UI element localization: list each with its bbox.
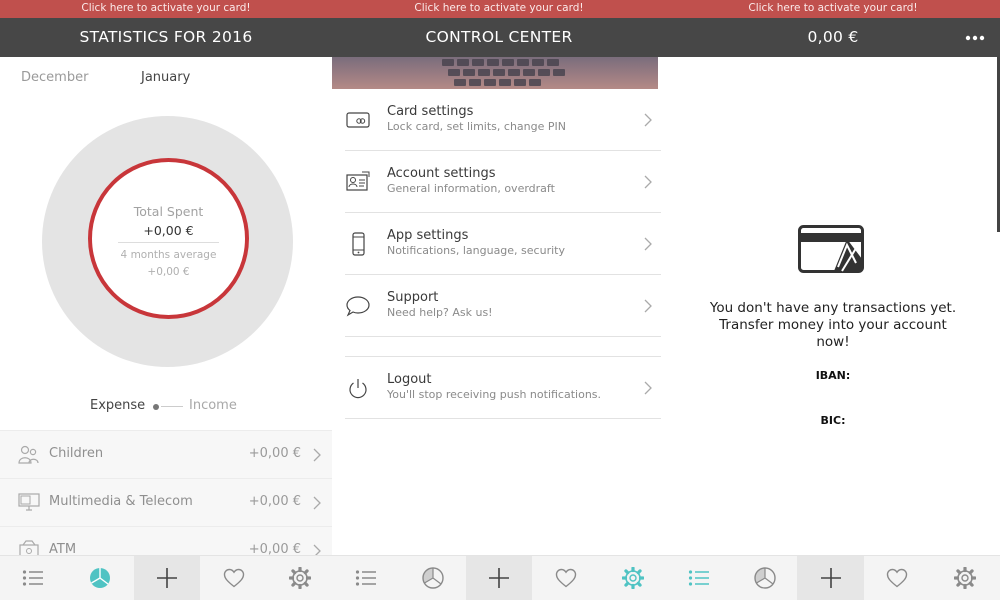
page-title: CONTROL CENTER [332, 18, 666, 57]
menu-separator [345, 337, 661, 357]
tab-pie-chart[interactable] [400, 556, 466, 600]
tab-gear[interactable] [268, 556, 332, 600]
tab-heart[interactable] [200, 556, 268, 600]
category-row-children[interactable]: Children +0,00 € [0, 430, 332, 478]
menu-item-account-settings[interactable]: Account settings General information, ov… [345, 151, 661, 213]
donut-center: Total Spent +0,00 € 4 months average +0,… [88, 158, 249, 319]
chevron-right-icon [313, 496, 321, 510]
month-current[interactable]: January [141, 70, 190, 85]
menu-item-title: Account settings [387, 166, 496, 181]
page-title: STATISTICS FOR 2016 [0, 18, 332, 57]
month-previous[interactable]: December [21, 70, 88, 85]
category-amount: +0,00 € [248, 446, 301, 461]
activate-card-banner[interactable]: Click here to activate your card! [666, 0, 1000, 18]
empty-transactions-message: You don't have any transactions yet. Tra… [686, 300, 980, 351]
expense-option[interactable]: Expense [90, 398, 145, 413]
average-value: +0,00 € [147, 266, 190, 278]
chevron-right-icon [644, 175, 652, 189]
tab-gear[interactable] [930, 556, 1000, 600]
chevron-right-icon [644, 237, 652, 251]
tab-gear[interactable] [600, 556, 666, 600]
broken-card-icon [798, 225, 864, 273]
toggle-track[interactable] [161, 406, 183, 407]
tab-pie-chart[interactable] [732, 556, 797, 600]
empty-message-line: now! [816, 334, 850, 350]
menu-item-subtitle: Lock card, set limits, change PIN [387, 120, 566, 133]
control-center-screen: Click here to activate your card! CONTRO… [332, 0, 666, 600]
id-card-icon [346, 171, 370, 191]
monitor-icon [18, 493, 40, 511]
chevron-right-icon [644, 299, 652, 313]
menu-item-title: Logout [387, 372, 432, 387]
tab-list[interactable] [0, 556, 66, 600]
statistics-screen: Click here to activate your card! STATIS… [0, 0, 332, 600]
month-selector: December January [0, 57, 332, 97]
tab-list[interactable] [666, 556, 732, 600]
hero-image [332, 57, 658, 89]
menu-item-subtitle: You'll stop receiving push notifications… [387, 388, 602, 401]
account-balance: 0,00 € [807, 28, 859, 46]
empty-message-line: You don't have any transactions yet. [709, 300, 957, 316]
bic-label: BIC: [820, 414, 846, 427]
tab-plus[interactable] [466, 556, 532, 600]
divider [118, 242, 219, 243]
average-label: 4 months average [120, 249, 217, 261]
chevron-right-icon [313, 448, 321, 462]
laptop-keyboard-image [442, 59, 565, 86]
menu-item-title: App settings [387, 228, 469, 243]
menu-item-title: Support [387, 290, 439, 305]
menu-item-subtitle: Need help? Ask us! [387, 306, 493, 319]
category-name: Children [49, 446, 104, 461]
transactions-screen: Click here to activate your card! 0,00 €… [666, 0, 1000, 600]
activate-card-banner[interactable]: Click here to activate your card! [0, 0, 332, 18]
menu-item-logout[interactable]: Logout You'll stop receiving push notifi… [345, 357, 661, 419]
menu-item-app-settings[interactable]: App settings Notifications, language, se… [345, 213, 661, 275]
income-option[interactable]: Income [189, 398, 237, 413]
control-center-menu: Card settings Lock card, set limits, cha… [345, 89, 661, 419]
card-icon [346, 112, 370, 128]
children-icon [18, 445, 39, 464]
chevron-right-icon [644, 381, 652, 395]
menu-item-card-settings[interactable]: Card settings Lock card, set limits, cha… [345, 89, 661, 151]
tab-plus[interactable] [797, 556, 864, 600]
tab-heart[interactable] [864, 556, 930, 600]
menu-item-subtitle: General information, overdraft [387, 182, 555, 195]
toggle-knob[interactable] [153, 404, 159, 410]
total-spent-label: Total Spent [133, 204, 204, 219]
power-icon [349, 379, 367, 399]
total-spent-value: +0,00 € [143, 223, 194, 238]
tab-plus[interactable] [134, 556, 200, 600]
expense-income-toggle[interactable]: Expense Income [0, 398, 332, 418]
more-dots-icon[interactable] [964, 31, 986, 45]
phone-icon [352, 232, 365, 256]
activate-card-banner[interactable]: Click here to activate your card! [332, 0, 666, 18]
category-list: Children +0,00 € Multimedia & Telecom +0… [0, 430, 332, 574]
tab-list[interactable] [332, 556, 400, 600]
menu-item-title: Card settings [387, 104, 474, 119]
chevron-right-icon [644, 113, 652, 127]
iban-label: IBAN: [815, 369, 851, 382]
chat-bubble-icon [346, 296, 370, 317]
empty-message-line: Transfer money into your account [719, 317, 947, 333]
category-row-multimedia[interactable]: Multimedia & Telecom +0,00 € [0, 478, 332, 526]
tab-pie-chart[interactable] [66, 556, 134, 600]
header-bar: 0,00 € [666, 18, 1000, 57]
menu-item-subtitle: Notifications, language, security [387, 244, 565, 257]
tab-heart[interactable] [532, 556, 600, 600]
category-amount: +0,00 € [248, 494, 301, 509]
bottom-tab-bar [0, 555, 1000, 600]
menu-item-support[interactable]: Support Need help? Ask us! [345, 275, 661, 337]
category-name: Multimedia & Telecom [49, 494, 193, 509]
